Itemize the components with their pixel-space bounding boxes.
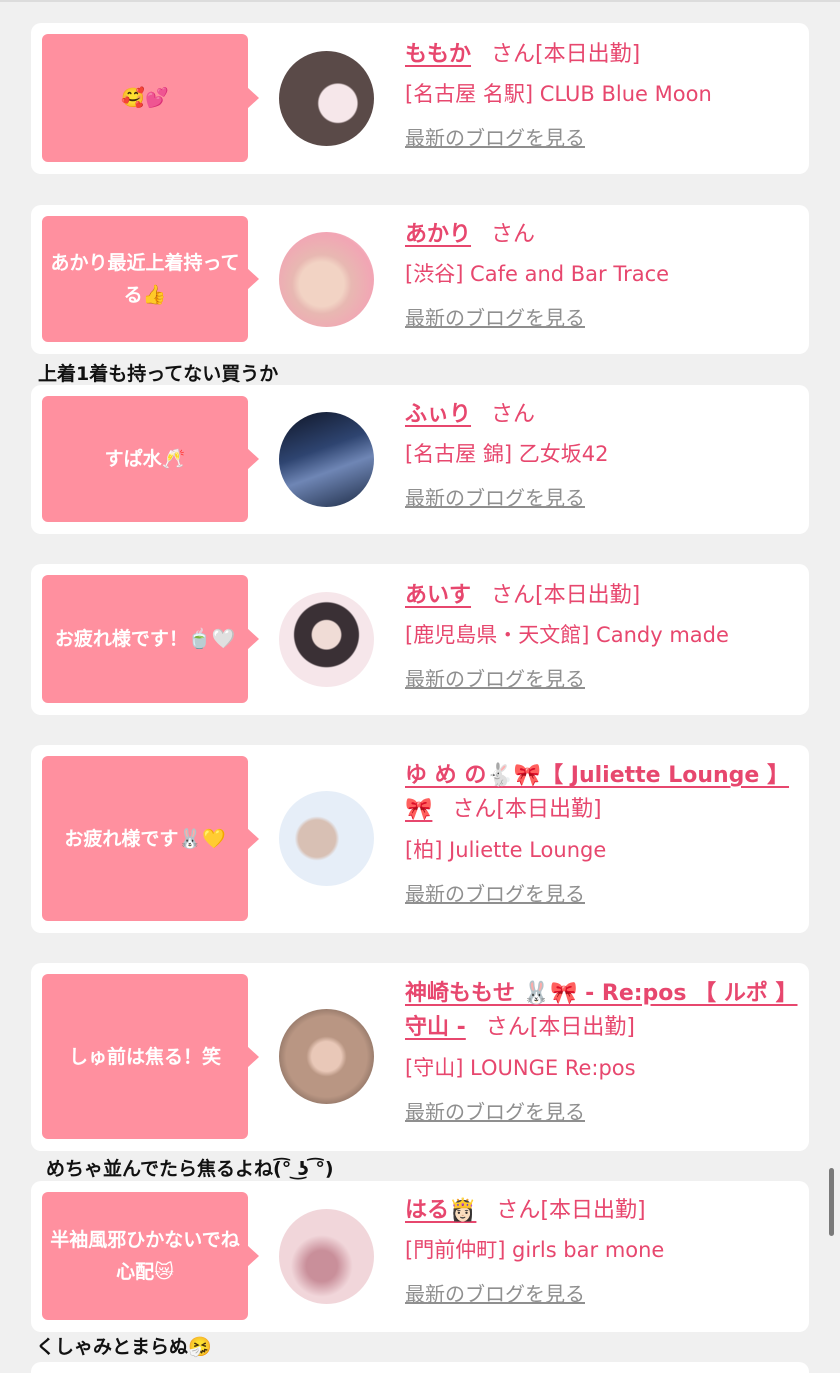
shop-label: [守山] LOUNGE Re:pos — [405, 1056, 636, 1080]
cast-card: しゅ前は焦る！笑 神崎ももせ 🐰🎀 - Re:pos 【 ルポ 】守山 - さん[… — [31, 963, 809, 1151]
blog-link[interactable]: 最新のブログを見る — [405, 880, 585, 908]
blog-link[interactable]: 最新のブログを見る — [405, 304, 585, 332]
shop-label: [柏] Juliette Lounge — [405, 838, 607, 862]
blog-link[interactable]: 最新のブログを見る — [405, 665, 585, 693]
message-bubble: あかり最近上着持ってる👍 — [42, 216, 259, 342]
cast-card: 半袖風邪ひかないでね心配😿 はる👸🏻 さん[本日出勤] [門前仲町] girls … — [31, 1181, 809, 1332]
cast-name-link[interactable]: あいす — [405, 583, 471, 608]
reply-comment: 上着1着も持ってない買うか — [38, 363, 279, 385]
message-bubble: 🥰💕 — [42, 34, 259, 162]
cast-avatar[interactable] — [279, 1009, 374, 1104]
cast-card-partial — [31, 1362, 809, 1373]
cast-avatar[interactable] — [279, 592, 374, 687]
shop-label: [名古屋 錦] 乙女坂42 — [405, 442, 609, 466]
scrollbar[interactable] — [829, 1168, 834, 1236]
reply-comment: めちゃ並んでたら焦るよね(͡° ͜ʖ ͡°) — [46, 1158, 334, 1180]
cast-avatar[interactable] — [279, 51, 374, 146]
top-divider — [0, 0, 840, 2]
message-bubble: お疲れ様です！🍵🤍 — [42, 575, 259, 703]
reply-comment: くしゃみとまらぬ🤧 — [36, 1336, 212, 1358]
shop-label: [名古屋 名駅] CLUB Blue Moon — [405, 82, 712, 106]
cast-avatar[interactable] — [279, 1209, 374, 1304]
cast-card: あかり最近上着持ってる👍 あかり さん [渋谷] Cafe and Bar Tra… — [31, 205, 809, 354]
cast-card: お疲れ様です🐰💛 ゆ め の🐇🎀【 Juliette Lounge 】🎀 さん[本… — [31, 745, 809, 933]
cast-card: お疲れ様です！🍵🤍 あいす さん[本日出勤] [鹿児島県・天文館] Candy m… — [31, 564, 809, 715]
cast-name-link[interactable]: ももか — [405, 42, 471, 67]
cast-honorific-status: さん[本日出勤] — [491, 583, 641, 608]
cast-avatar[interactable] — [279, 232, 374, 327]
blog-link[interactable]: 最新のブログを見る — [405, 484, 585, 512]
shop-label: [鹿児島県・天文館] Candy made — [405, 623, 729, 647]
message-bubble: 半袖風邪ひかないでね心配😿 — [42, 1192, 259, 1320]
cast-honorific-status: さん — [491, 402, 536, 427]
cast-honorific-status: さん — [491, 222, 536, 247]
cast-name-link[interactable]: あかり — [405, 222, 471, 247]
shop-label: [渋谷] Cafe and Bar Trace — [405, 262, 670, 286]
message-bubble: お疲れ様です🐰💛 — [42, 756, 259, 921]
cast-card: すぱ水🥂 ふぃり さん [名古屋 錦] 乙女坂42 最新のブログを見る — [31, 385, 809, 534]
cast-honorific-status: さん[本日出勤] — [491, 42, 641, 67]
blog-link[interactable]: 最新のブログを見る — [405, 1280, 585, 1308]
shop-label: [門前仲町] girls bar mone — [405, 1238, 665, 1262]
cast-honorific-status: さん[本日出勤] — [485, 1015, 635, 1040]
blog-link[interactable]: 最新のブログを見る — [405, 124, 585, 152]
cast-avatar[interactable] — [279, 791, 374, 886]
cast-card: 🥰💕 ももか さん[本日出勤] [名古屋 名駅] CLUB Blue Moon 最… — [31, 23, 809, 174]
message-bubble: しゅ前は焦る！笑 — [42, 974, 259, 1139]
cast-honorific-status: さん[本日出勤] — [452, 797, 602, 822]
cast-honorific-status: さん[本日出勤] — [496, 1198, 646, 1223]
blog-link[interactable]: 最新のブログを見る — [405, 1098, 585, 1126]
cast-name-link[interactable]: はる👸🏻 — [405, 1198, 476, 1223]
message-bubble: すぱ水🥂 — [42, 396, 259, 522]
cast-avatar[interactable] — [279, 412, 374, 507]
cast-name-link[interactable]: ふぃり — [405, 402, 471, 427]
